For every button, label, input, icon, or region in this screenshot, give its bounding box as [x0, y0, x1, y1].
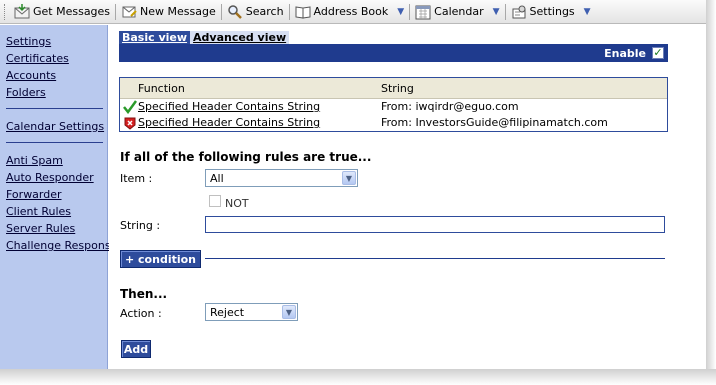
table-row[interactable]: Specified Header Contains String From: i… — [120, 99, 667, 115]
calendar-dropdown-icon[interactable]: ▼ — [493, 7, 500, 17]
calendar-icon — [415, 4, 431, 20]
window-shadow — [0, 369, 716, 385]
toolbar-separator — [288, 3, 290, 20]
sidebar-item-forwarder[interactable]: Forwarder — [0, 186, 107, 203]
condition-divider — [205, 258, 665, 259]
rule-string: From: iwqirdr@eguo.com — [381, 100, 519, 113]
search-icon — [227, 4, 243, 20]
action-label: Action : — [120, 307, 162, 320]
sidebar-item-calendar-settings[interactable]: Calendar Settings — [0, 118, 107, 135]
check-mark-icon — [123, 100, 138, 115]
settings-icon — [511, 4, 527, 20]
settings-label: Settings — [529, 5, 575, 18]
calendar-button[interactable]: Calendar — [412, 2, 486, 22]
settings-button[interactable]: Settings — [508, 2, 578, 22]
sidebar-item-certificates[interactable]: Certificates — [0, 50, 107, 67]
item-label: Item : — [120, 172, 153, 185]
not-checkbox[interactable] — [209, 195, 221, 207]
address-book-button[interactable]: Address Book — [292, 2, 392, 22]
get-messages-button[interactable]: Get Messages — [11, 2, 113, 22]
calendar-label: Calendar — [434, 5, 484, 18]
enable-label: Enable — [604, 46, 646, 60]
rules-panel: Basic view Advanced view Enable ✓ Functi… — [109, 25, 706, 369]
sidebar-item-accounts[interactable]: Accounts — [0, 67, 107, 84]
chevron-down-icon: ▼ — [282, 305, 296, 319]
settings-sidebar: Settings Certificates Accounts Folders C… — [0, 25, 117, 369]
rule-function-link[interactable]: Specified Header Contains String — [138, 100, 320, 113]
new-message-button[interactable]: New Message — [118, 2, 219, 22]
new-message-label: New Message — [140, 5, 216, 18]
tab-basic-view[interactable]: Basic view — [119, 31, 191, 44]
toolbar-separator — [409, 3, 411, 20]
tab-advanced-view[interactable]: Advanced view — [190, 31, 290, 44]
sidebar-item-client-rules[interactable]: Client Rules — [0, 203, 107, 220]
then-title: Then... — [120, 287, 168, 301]
search-button[interactable]: Search — [224, 2, 287, 22]
sidebar-item-auto-responder[interactable]: Auto Responder — [0, 169, 107, 186]
conditions-title: If all of the following rules are true..… — [120, 150, 372, 164]
sidebar-item-server-rules[interactable]: Server Rules — [0, 220, 107, 237]
string-input[interactable] — [205, 216, 665, 233]
chevron-down-icon: ▼ — [342, 171, 356, 185]
search-label: Search — [245, 5, 284, 18]
new-message-icon — [121, 4, 137, 20]
toolbar-separator — [220, 3, 222, 20]
sidebar-item-settings[interactable]: Settings — [0, 33, 107, 50]
sidebar-divider — [6, 142, 103, 143]
window-shadow — [706, 0, 716, 385]
action-select[interactable]: Reject ▼ — [205, 303, 298, 321]
table-row[interactable]: Specified Header Contains String From: I… — [120, 115, 667, 131]
rule-function-link[interactable]: Specified Header Contains String — [138, 116, 320, 129]
address-book-dropdown-icon[interactable]: ▼ — [397, 7, 404, 17]
item-select[interactable]: All ▼ — [205, 169, 358, 187]
action-select-value: Reject — [210, 305, 245, 319]
rules-table: Function String Specified Header Contain… — [119, 77, 668, 132]
sidebar-item-anti-spam[interactable]: Anti Spam — [0, 152, 107, 169]
sidebar-item-challenge-response[interactable]: Challenge Response — [0, 237, 117, 254]
sidebar-divider — [6, 108, 103, 109]
toolbar-grip[interactable] — [4, 3, 8, 20]
enable-checkbox[interactable]: ✓ — [652, 47, 664, 59]
function-column-header: Function — [138, 82, 185, 95]
not-label: NOT — [225, 197, 249, 210]
view-tabs: Basic view Advanced view — [119, 31, 290, 44]
toolbar-separator — [504, 3, 506, 20]
add-condition-button[interactable]: + condition — [120, 250, 201, 268]
string-column-header: String — [381, 82, 414, 95]
main-toolbar: Get Messages New Message Search Address … — [0, 0, 706, 24]
block-rule-icon — [123, 116, 137, 130]
add-rule-button[interactable]: Add — [121, 340, 151, 358]
toolbar-separator — [115, 3, 117, 20]
settings-dropdown-icon[interactable]: ▼ — [584, 7, 591, 17]
get-messages-label: Get Messages — [33, 5, 111, 18]
rule-string: From: InvestorsGuide@filipinamatch.com — [381, 116, 608, 129]
rules-table-header: Function String — [120, 78, 667, 99]
sidebar-item-folders[interactable]: Folders — [0, 84, 107, 101]
item-select-value: All — [210, 171, 224, 185]
address-book-icon — [295, 4, 311, 20]
string-label: String : — [120, 219, 161, 232]
enable-bar: Enable ✓ — [119, 44, 668, 62]
address-book-label: Address Book — [313, 5, 389, 18]
get-messages-icon — [14, 3, 30, 20]
